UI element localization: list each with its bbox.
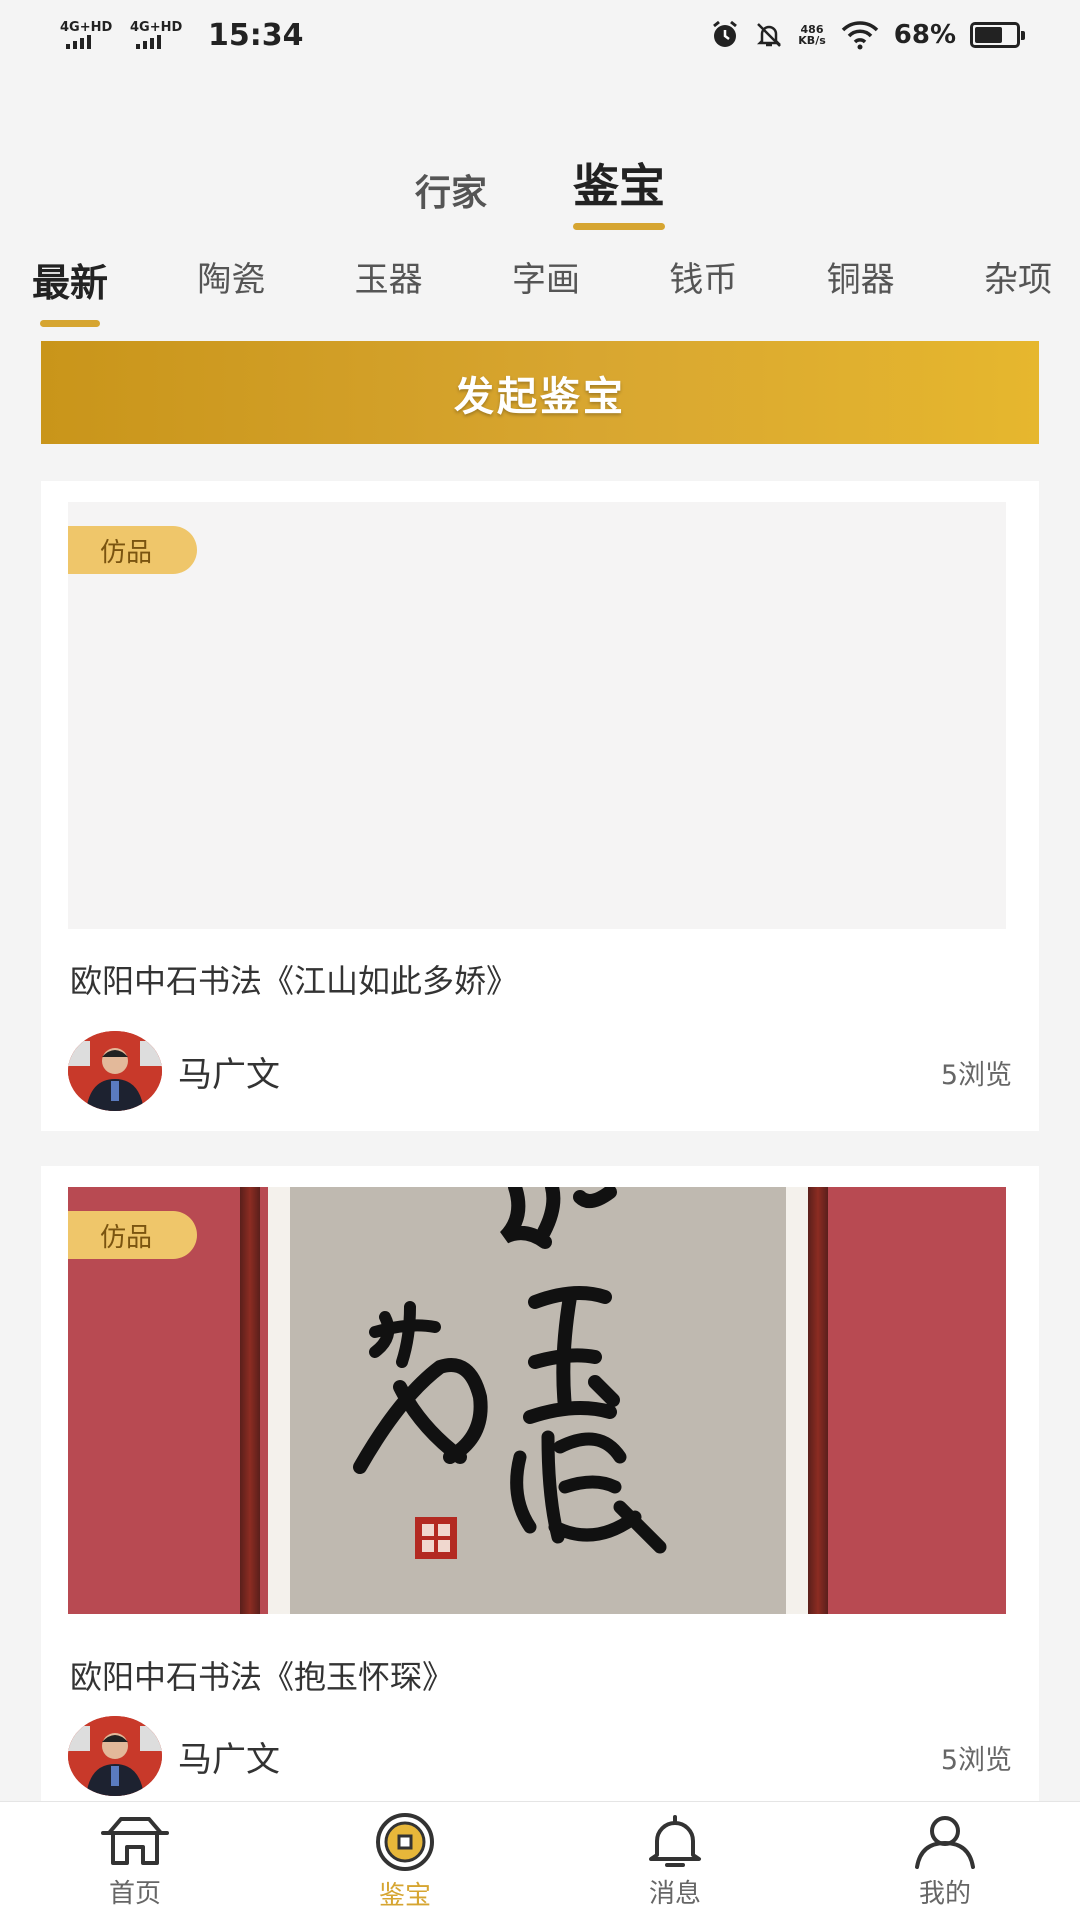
wifi-icon xyxy=(841,21,879,50)
user-icon xyxy=(915,1815,975,1869)
nav-home[interactable]: 首页 xyxy=(45,1813,225,1910)
view-count: 5浏览 xyxy=(940,1060,1012,1091)
clock: 15:34 xyxy=(208,17,304,53)
category-jade[interactable]: 玉器 xyxy=(355,252,423,327)
nav-messages[interactable]: 消息 xyxy=(585,1813,765,1910)
launch-appraisal-button[interactable]: 发起鉴宝 xyxy=(41,341,1039,444)
category-ceramics[interactable]: 陶瓷 xyxy=(197,252,265,327)
calligraphy-scroll-image xyxy=(68,1187,1006,1614)
post-title[interactable]: 欧阳中石书法《江山如此多娇》 xyxy=(70,956,518,1002)
coin-icon xyxy=(376,1812,434,1871)
status-bar: 4G+HD 4G+HD 15:34 486 KB/s 68% xyxy=(0,0,1080,70)
category-latest[interactable]: 最新 xyxy=(32,252,108,327)
signal-icon-2: 4G+HD xyxy=(130,21,186,49)
bottom-nav: 首页 鉴宝 消息 我的 xyxy=(0,1801,1080,1920)
nav-appraisal[interactable]: 鉴宝 xyxy=(315,1811,495,1912)
net-speed: 486 KB/s xyxy=(798,24,825,46)
post-image[interactable] xyxy=(68,1187,1006,1614)
author-name[interactable]: 马广文 xyxy=(178,1732,280,1781)
net-speed-unit: KB/s xyxy=(798,34,826,47)
post-card[interactable]: 仿品 欧阳中石书法《江山如此多娇》 马广文 5浏览 xyxy=(41,481,1039,1131)
alarm-icon xyxy=(713,20,738,47)
post-author[interactable]: 马广文 xyxy=(68,1716,280,1796)
category-coins[interactable]: 钱币 xyxy=(669,252,737,327)
category-tabs: 最新 陶瓷 玉器 字画 钱币 铜器 杂项 xyxy=(32,252,1052,327)
home-icon xyxy=(101,1816,169,1865)
battery-icon xyxy=(970,22,1025,48)
signal-icon: 4G+HD xyxy=(60,21,116,49)
avatar[interactable] xyxy=(68,1716,162,1796)
category-painting[interactable]: 字画 xyxy=(512,252,580,327)
category-bronze[interactable]: 铜器 xyxy=(827,252,895,327)
nav-profile-label: 我的 xyxy=(918,1878,971,1909)
battery-percent: 68% xyxy=(893,20,956,50)
top-tabs: 行家 鉴宝 xyxy=(0,150,1080,230)
view-count: 5浏览 xyxy=(940,1745,1012,1776)
nav-appraisal-label: 鉴宝 xyxy=(378,1880,431,1911)
nav-home-label: 首页 xyxy=(108,1878,161,1909)
nav-messages-label: 消息 xyxy=(648,1878,701,1909)
tab-jianbao[interactable]: 鉴宝 xyxy=(573,150,665,230)
category-misc[interactable]: 杂项 xyxy=(984,252,1052,327)
avatar[interactable] xyxy=(68,1031,162,1111)
verdict-badge: 仿品 xyxy=(68,1211,197,1259)
verdict-badge: 仿品 xyxy=(68,526,197,574)
post-author[interactable]: 马广文 xyxy=(68,1031,280,1111)
nav-profile[interactable]: 我的 xyxy=(855,1813,1035,1910)
signal-label: 4G+HD xyxy=(60,20,113,35)
mute-icon xyxy=(757,23,782,47)
post-card[interactable]: 仿品 欧阳中石书法《抱玉怀琛》 马广文 5浏览 xyxy=(41,1166,1039,1806)
post-title[interactable]: 欧阳中石书法《抱玉怀琛》 xyxy=(70,1652,454,1698)
author-name[interactable]: 马广文 xyxy=(178,1047,280,1096)
post-image[interactable] xyxy=(68,502,1006,929)
signal-label-2: 4G+HD xyxy=(130,20,183,35)
bell-icon xyxy=(649,1814,701,1867)
tab-hangjia[interactable]: 行家 xyxy=(415,164,487,230)
